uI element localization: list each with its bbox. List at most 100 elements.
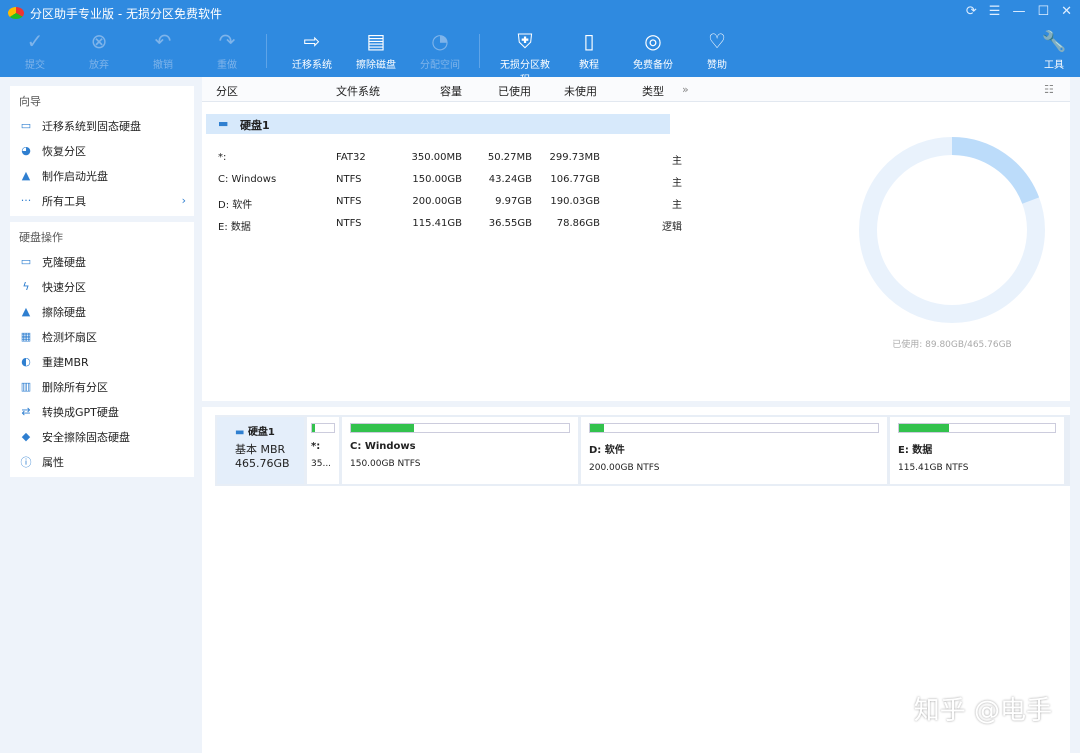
- toolbar-icon-2-icon: ↶: [154, 29, 172, 53]
- col-free[interactable]: 未使用: [564, 83, 597, 99]
- table-row[interactable]: C: Windows NTFS 150.00GB 43.24GB 106.77GB 主: [202, 171, 682, 191]
- sidebar-item-wizard-0[interactable]: ▭ 迁移系统到固态硬盘: [10, 113, 194, 138]
- maximize-button[interactable]: ☐: [1037, 4, 1049, 19]
- toolbar-button-1[interactable]: ⊗ 放弃: [70, 26, 128, 71]
- partition-block[interactable]: C: Windows 150.00GB NTFS: [342, 417, 578, 484]
- sidebar-item-icon: ◆: [21, 430, 31, 443]
- sidebar-item-wizard-3[interactable]: ··· 所有工具 ›: [10, 188, 194, 213]
- sidebar-item-disk_ops-2[interactable]: ▲ 擦除硬盘: [10, 299, 194, 324]
- toolbar-icon-8-icon: ▯: [583, 29, 595, 53]
- sidebar-item-label: 擦除硬盘: [42, 305, 86, 319]
- toolbar-button-9[interactable]: ◎ 免费备份: [624, 26, 682, 71]
- sidebar-item-icon: ···: [20, 194, 32, 207]
- col-capacity[interactable]: 容量: [440, 83, 462, 99]
- toolbar-button-6[interactable]: ◔ 分配空间: [411, 26, 469, 71]
- refresh-icon[interactable]: ⟳: [966, 4, 977, 19]
- toolbar-icon-9-icon: ◎: [644, 29, 662, 53]
- partition-name: E: 数据: [898, 445, 933, 456]
- cell: 115.41GB: [412, 218, 462, 229]
- toolbar-label: 迁移系统: [292, 60, 332, 71]
- partition-block[interactable]: *: 35...: [307, 417, 339, 484]
- toolbar-button-5[interactable]: ▤ 擦除磁盘: [347, 26, 405, 71]
- sidebar-item-disk_ops-6[interactable]: ⇄ 转换成GPT硬盘: [10, 399, 194, 424]
- table-row[interactable]: E: 数据 NTFS 115.41GB 36.55GB 78.86GB 逻辑: [202, 215, 682, 235]
- toolbar-icon-5-icon: ▤: [366, 29, 386, 53]
- sidebar-item-disk_ops-8[interactable]: ⓘ 属性: [10, 449, 194, 474]
- toolbar-separator: [479, 34, 480, 68]
- partition-name: C: Windows: [350, 441, 416, 452]
- disk-row[interactable]: ▬ 硬盘1: [206, 114, 670, 134]
- table-row[interactable]: *: FAT32 350.00MB 50.27MB 299.73MB 主: [202, 149, 682, 169]
- toolbar-button-2[interactable]: ↶ 撤销: [134, 26, 192, 71]
- partition-block[interactable]: D: 软件 200.00GB NTFS: [581, 417, 887, 484]
- minimize-button[interactable]: —: [1012, 4, 1025, 19]
- toolbar-icon-11-icon: 🔧: [1041, 29, 1067, 53]
- sidebar-item-label: 转换成GPT硬盘: [42, 405, 119, 419]
- col-filesystem[interactable]: 文件系统: [336, 83, 380, 99]
- sidebar-item-disk_ops-1[interactable]: ϟ 快速分区: [10, 274, 194, 299]
- disk-icon: ▬: [218, 117, 229, 130]
- toolbar-button-11[interactable]: 🔧 工具: [1034, 26, 1074, 71]
- toolbar: ✓提交⊗放弃↶撤销↷重做⇨迁移系统▤擦除磁盘◔分配空间⛨无损分区教程▯教程◎免费…: [0, 26, 1080, 86]
- sidebar-item-label: 制作启动光盘: [42, 169, 108, 183]
- cell: 150.00GB: [412, 174, 462, 185]
- toolbar-button-3[interactable]: ↷ 重做: [198, 26, 256, 71]
- sidebar-item-icon: ▦: [20, 330, 32, 343]
- table-row[interactable]: D: 软件 NTFS 200.00GB 9.97GB 190.03GB 主: [202, 193, 682, 213]
- toolbar-icon-0-icon: ✓: [26, 29, 44, 53]
- cell: FAT32: [336, 152, 366, 163]
- close-button[interactable]: ✕: [1061, 4, 1072, 19]
- sidebar-item-disk_ops-5[interactable]: ▥ 删除所有分区: [10, 374, 194, 399]
- cell: 9.97GB: [495, 196, 532, 207]
- disk-info[interactable]: ▬ 硬盘1 基本 MBR 465.76GB: [217, 417, 304, 484]
- cell: D: 软件: [218, 200, 253, 211]
- toolbar-label: 教程: [579, 60, 599, 71]
- sidebar-item-disk_ops-3[interactable]: ▦ 检测坏扇区: [10, 324, 194, 349]
- toolbar-label: 工具: [1044, 60, 1064, 71]
- sidebar-item-disk_ops-7[interactable]: ◆ 安全擦除固态硬盘: [10, 424, 194, 449]
- toolbar-icon-4-icon: ⇨: [303, 29, 321, 53]
- cell: 36.55GB: [488, 218, 532, 229]
- col-used[interactable]: 已使用: [498, 83, 531, 99]
- sidebar-item-disk_ops-0[interactable]: ▭ 克隆硬盘: [10, 249, 194, 274]
- sidebar-item-disk_ops-4[interactable]: ◐ 重建MBR: [10, 349, 194, 374]
- cell: NTFS: [336, 218, 362, 229]
- sidebar-item-label: 所有工具: [42, 194, 86, 208]
- sidebar-item-wizard-1[interactable]: ◕ 恢复分区: [10, 138, 194, 163]
- partition-block[interactable]: E: 数据 115.41GB NTFS: [890, 417, 1064, 484]
- toolbar-label: 赞助: [707, 60, 727, 71]
- toolbar-button-8[interactable]: ▯ 教程: [560, 26, 618, 71]
- sidebar-item-wizard-2[interactable]: ▲ 制作启动光盘: [10, 163, 194, 188]
- cell: 主: [672, 156, 682, 167]
- cell: NTFS: [336, 174, 362, 185]
- partition-info: 115.41GB NTFS: [898, 463, 969, 473]
- col-partition[interactable]: 分区: [216, 83, 238, 99]
- partition-info: 150.00GB NTFS: [350, 459, 421, 469]
- toolbar-icon-6-icon: ◔: [431, 29, 449, 53]
- sidebar-item-label: 检测坏扇区: [42, 330, 97, 344]
- partition-panel: 分区 文件系统 容量 已使用 未使用 类型 » ☷ ▬ 硬盘1 *: FAT32 35…: [202, 77, 1070, 401]
- sidebar-item-label: 安全擦除固态硬盘: [42, 430, 130, 444]
- sidebar-item-label: 迁移系统到固态硬盘: [42, 119, 141, 133]
- sidebar-item-icon: ϟ: [22, 280, 30, 293]
- toolbar-button-0[interactable]: ✓ 提交: [6, 26, 64, 71]
- cell: 主: [672, 178, 682, 189]
- menu-icon[interactable]: ☰: [989, 4, 1001, 19]
- sidebar-item-label: 快速分区: [42, 280, 86, 294]
- cell: 78.86GB: [556, 218, 600, 229]
- toolbar-icon-3-icon: ↷: [218, 29, 236, 53]
- window-title: 分区助手专业版 - 无损分区免费软件: [30, 6, 222, 21]
- usage-label: 已使用: 89.80GB/465.76GB: [892, 340, 1012, 350]
- toolbar-button-4[interactable]: ⇨ 迁移系统: [283, 26, 341, 71]
- cell: 43.24GB: [488, 174, 532, 185]
- col-type[interactable]: 类型: [642, 83, 664, 99]
- toolbar-label: 放弃: [89, 60, 109, 71]
- disk-size: 465.76GB: [235, 457, 290, 470]
- more-columns-icon[interactable]: »: [682, 83, 689, 96]
- cell: C: Windows: [218, 174, 277, 185]
- cell: 200.00GB: [412, 196, 462, 207]
- toolbar-icon-1-icon: ⊗: [90, 29, 108, 53]
- toolbar-button-10[interactable]: ♡ 赞助: [688, 26, 746, 71]
- view-toggle-icon[interactable]: ☷: [1044, 83, 1054, 96]
- disk-name: 硬盘1: [240, 119, 270, 132]
